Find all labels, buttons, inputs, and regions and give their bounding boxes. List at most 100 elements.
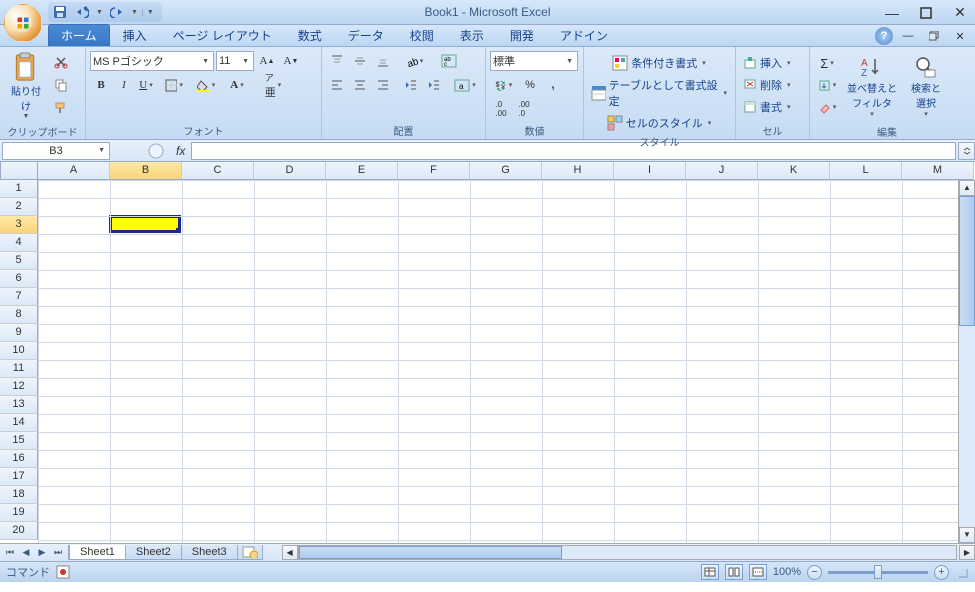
fill-button[interactable]: ▾	[814, 75, 842, 95]
zoom-out[interactable]: −	[807, 565, 822, 580]
fx-label[interactable]: fx	[170, 144, 191, 158]
col-header-A[interactable]: A	[38, 162, 110, 180]
cut-button[interactable]	[50, 52, 72, 72]
tab-formulas[interactable]: 数式	[285, 24, 335, 46]
align-bottom[interactable]	[372, 51, 394, 71]
row-header-17[interactable]: 17	[0, 468, 38, 486]
grow-font[interactable]: A▲	[256, 51, 278, 71]
zoom-thumb[interactable]	[874, 565, 882, 579]
col-header-D[interactable]: D	[254, 162, 326, 180]
row-header-7[interactable]: 7	[0, 288, 38, 306]
cell-grid[interactable]	[38, 180, 958, 543]
col-header-G[interactable]: G	[470, 162, 542, 180]
underline-button[interactable]: U▾	[136, 75, 158, 95]
row-header-6[interactable]: 6	[0, 270, 38, 288]
row-header-13[interactable]: 13	[0, 396, 38, 414]
qat-save[interactable]	[50, 3, 70, 21]
align-right[interactable]	[372, 75, 394, 95]
hscroll-right[interactable]: ▶	[959, 545, 975, 560]
increase-decimal[interactable]: .0.00	[490, 99, 512, 119]
qat-undo-dd[interactable]: ▼	[94, 9, 105, 16]
col-header-L[interactable]: L	[830, 162, 902, 180]
wrap-text-button[interactable]: abc	[436, 51, 462, 71]
currency-button[interactable]: 💱▾	[490, 75, 518, 95]
delete-cells-button[interactable]: 削除 ▾	[740, 75, 796, 95]
align-center[interactable]	[349, 75, 371, 95]
minimize-button[interactable]: —	[881, 5, 903, 21]
insert-function-icon[interactable]	[148, 143, 166, 159]
help-button[interactable]: ?	[875, 27, 893, 45]
col-header-B[interactable]: B	[110, 162, 182, 180]
clear-button[interactable]: ▾	[814, 97, 842, 117]
row-header-5[interactable]: 5	[0, 252, 38, 270]
sort-filter-button[interactable]: AZ 並べ替えと フィルタ▾	[846, 49, 898, 123]
fill-handle[interactable]	[176, 228, 181, 233]
col-header-C[interactable]: C	[182, 162, 254, 180]
row-header-2[interactable]: 2	[0, 198, 38, 216]
row-header-10[interactable]: 10	[0, 342, 38, 360]
tab-data[interactable]: データ	[335, 24, 397, 46]
zoom-slider[interactable]	[828, 571, 928, 574]
sheet-nav-first[interactable]: ⏮	[2, 545, 18, 560]
col-header-E[interactable]: E	[326, 162, 398, 180]
vscroll-up[interactable]: ▲	[959, 180, 975, 196]
qat-redo[interactable]	[107, 3, 127, 21]
col-header-F[interactable]: F	[398, 162, 470, 180]
formula-bar-expand[interactable]	[958, 142, 975, 160]
paste-button[interactable]: 貼り付け ▼	[4, 49, 48, 123]
vscroll-thumb[interactable]	[959, 196, 975, 326]
row-header-9[interactable]: 9	[0, 324, 38, 342]
decrease-decimal[interactable]: .00.0	[513, 99, 535, 119]
font-color-button[interactable]: A▾	[223, 75, 253, 95]
col-header-M[interactable]: M	[902, 162, 974, 180]
tab-pagelayout[interactable]: ページ レイアウト	[160, 24, 285, 46]
number-format-select[interactable]: 標準▼	[490, 51, 578, 71]
new-sheet-button[interactable]	[237, 545, 263, 560]
view-normal[interactable]	[701, 564, 719, 580]
zoom-level[interactable]: 100%	[773, 566, 801, 578]
col-header-J[interactable]: J	[686, 162, 758, 180]
align-top[interactable]	[326, 51, 348, 71]
qat-redo-dd[interactable]: ▼	[129, 9, 140, 16]
row-header-8[interactable]: 8	[0, 306, 38, 324]
align-middle[interactable]	[349, 51, 371, 71]
merge-center-button[interactable]: a▾	[451, 75, 481, 95]
formula-input[interactable]	[191, 142, 956, 160]
tab-addins[interactable]: アドイン	[547, 24, 621, 46]
italic-button[interactable]: I	[113, 75, 135, 95]
row-header-12[interactable]: 12	[0, 378, 38, 396]
row-header-15[interactable]: 15	[0, 432, 38, 450]
sheet-tab-1[interactable]: Sheet1	[69, 545, 126, 560]
align-left[interactable]	[326, 75, 348, 95]
col-header-H[interactable]: H	[542, 162, 614, 180]
row-header-11[interactable]: 11	[0, 360, 38, 378]
tab-review[interactable]: 校閲	[397, 24, 447, 46]
percent-button[interactable]: %	[519, 75, 541, 95]
col-header-K[interactable]: K	[758, 162, 830, 180]
find-select-button[interactable]: 検索と 選択▾	[902, 49, 950, 123]
col-header-I[interactable]: I	[614, 162, 686, 180]
tab-home[interactable]: ホーム	[48, 24, 110, 46]
row-header-16[interactable]: 16	[0, 450, 38, 468]
row-header-3[interactable]: 3	[0, 216, 38, 234]
decrease-indent[interactable]	[400, 75, 422, 95]
row-header-18[interactable]: 18	[0, 486, 38, 504]
orientation-button[interactable]: ab▾	[400, 51, 430, 71]
sheet-nav-next[interactable]: ▶	[34, 545, 50, 560]
sheet-tab-2[interactable]: Sheet2	[125, 545, 182, 560]
workbook-minimize[interactable]: —	[897, 28, 919, 44]
format-as-table-button[interactable]: テーブルとして書式設定 ▾	[588, 75, 732, 111]
shrink-font[interactable]: A▼	[280, 51, 302, 71]
cell-styles-button[interactable]: セルのスタイル ▾	[588, 113, 732, 133]
tab-view[interactable]: 表示	[447, 24, 497, 46]
font-size-select[interactable]: 11▼	[216, 51, 254, 71]
qat-undo[interactable]	[72, 3, 92, 21]
zoom-in[interactable]: +	[934, 565, 949, 580]
resize-grip-icon[interactable]	[955, 565, 969, 579]
select-all-corner[interactable]	[0, 162, 38, 180]
hscroll-track[interactable]	[298, 545, 957, 560]
row-header-1[interactable]: 1	[0, 180, 38, 198]
bold-button[interactable]: B	[90, 75, 112, 95]
borders-button[interactable]: ▾	[164, 75, 186, 95]
workbook-restore[interactable]	[923, 28, 945, 44]
